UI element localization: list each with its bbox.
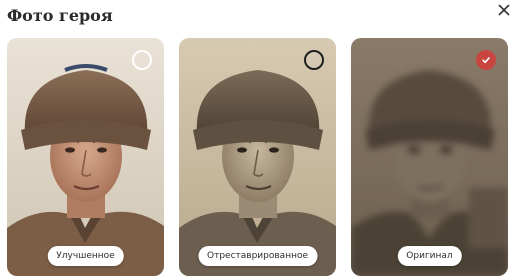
select-radio-enhanced[interactable] — [132, 50, 152, 70]
original-photo — [351, 38, 508, 276]
close-icon — [498, 4, 510, 16]
photo-option-enhanced[interactable]: Улучшенное — [7, 38, 164, 276]
select-radio-restored[interactable] — [304, 50, 324, 70]
photo-options: Улучшенное Отреставрированное Оригинал — [7, 38, 512, 276]
enhanced-photo — [7, 38, 164, 276]
photo-label-restored: Отреставрированное — [198, 246, 317, 266]
dialog-title: Фото героя — [7, 6, 113, 25]
restored-photo — [179, 38, 336, 276]
photo-label-enhanced: Улучшенное — [47, 246, 124, 266]
close-button[interactable] — [496, 2, 512, 18]
select-radio-original[interactable] — [476, 50, 496, 70]
photo-option-original[interactable]: Оригинал — [351, 38, 508, 276]
photo-label-original: Оригинал — [397, 246, 462, 266]
photo-option-restored[interactable]: Отреставрированное — [179, 38, 336, 276]
checkmark-icon — [482, 57, 490, 64]
